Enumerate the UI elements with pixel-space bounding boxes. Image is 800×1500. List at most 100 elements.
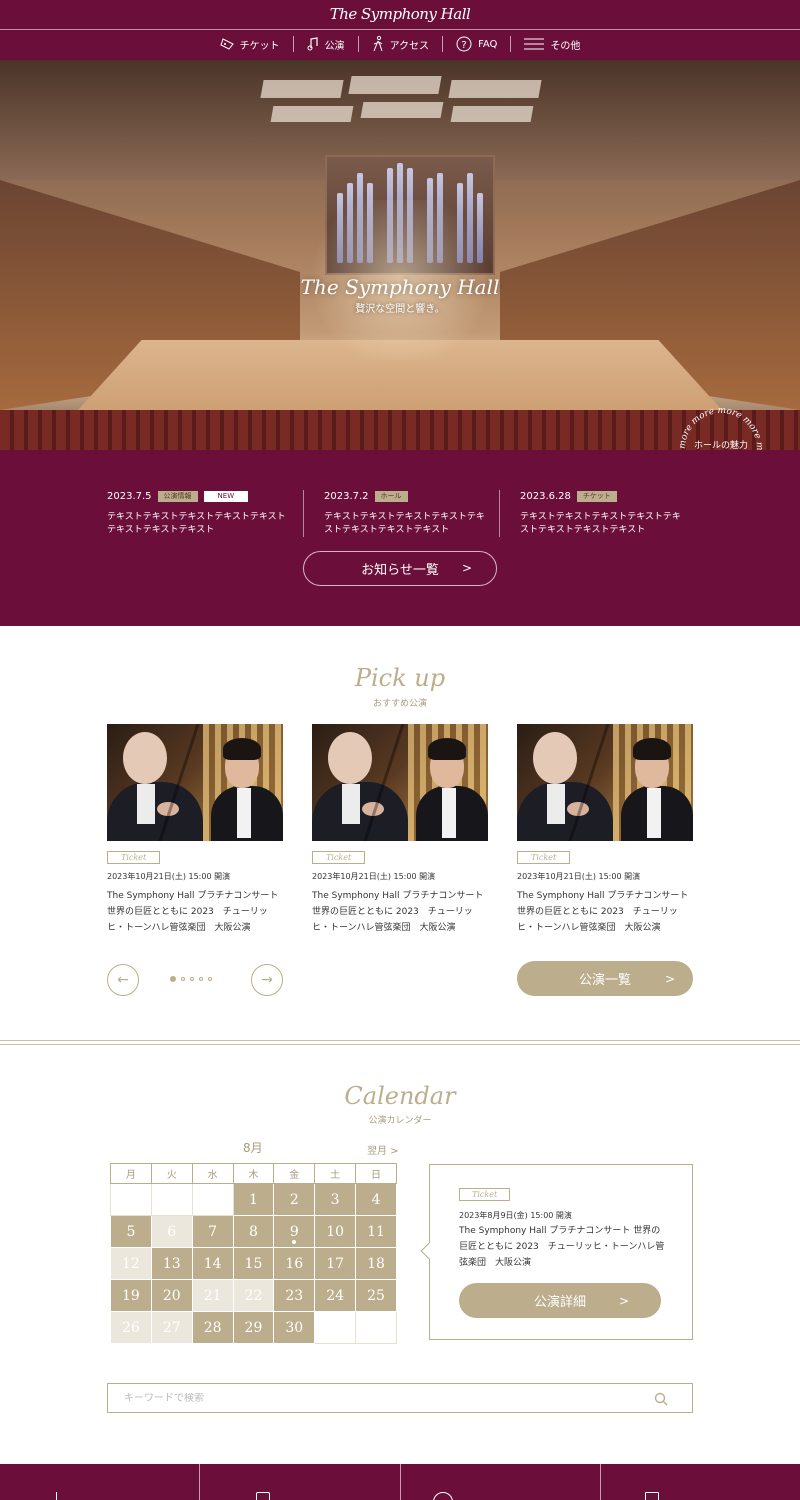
news-meta: 2023.7.2 ホール	[324, 490, 487, 503]
nav-access[interactable]: アクセス	[359, 35, 443, 53]
news-date: 2023.7.5	[107, 491, 152, 502]
nav-faq-label: FAQ	[478, 38, 498, 50]
calendar-subtitle: 公演カレンダー	[368, 1116, 432, 1126]
calendar-day[interactable]: 19	[110, 1279, 152, 1312]
news-list: 2023.7.5 公演情報 NEW テキストテキストテキストテキストテキストテキ…	[107, 490, 697, 537]
conductor-figure	[312, 782, 408, 841]
carousel-dot[interactable]	[190, 977, 194, 981]
conductor-head	[533, 732, 577, 784]
calendar-empty-cell	[355, 1311, 397, 1344]
concert-photo	[312, 724, 488, 841]
weekday-label: 月	[110, 1163, 152, 1184]
event-detail-button[interactable]: 公演詳細 >	[459, 1283, 661, 1318]
calendar-day[interactable]: 14	[191, 1247, 234, 1280]
search-icon[interactable]	[654, 1391, 668, 1410]
calendar-title: Calendar	[344, 1082, 456, 1110]
soloist-shirt	[237, 788, 251, 838]
calendar-day[interactable]: 2	[273, 1183, 316, 1216]
footer-nav-item[interactable]	[200, 1464, 401, 1500]
calendar-day[interactable]: 16	[273, 1247, 316, 1280]
news-category-tag: 公演情報	[157, 491, 198, 502]
carousel-prev-button[interactable]: ←	[107, 964, 139, 996]
soloist-shirt	[647, 788, 661, 838]
carousel-dots	[170, 976, 212, 982]
news-date: 2023.7.2	[324, 491, 369, 502]
calendar-day[interactable]: 8	[232, 1215, 275, 1248]
calendar-day[interactable]: 5	[110, 1215, 152, 1248]
weekday-label: 火	[150, 1163, 193, 1184]
nav-ticket[interactable]: チケット	[207, 35, 293, 53]
footer-nav-item[interactable]	[401, 1464, 601, 1500]
calendar-day[interactable]: 10	[314, 1215, 357, 1248]
site-logo[interactable]: The Symphony Hall	[0, 5, 800, 23]
concert-list-button[interactable]: 公演一覧 >	[517, 961, 693, 996]
soloist-hair	[428, 738, 466, 760]
news-list-button[interactable]: お知らせ一覧 >	[303, 551, 497, 586]
weekday-label: 土	[314, 1163, 357, 1184]
new-badge: NEW	[203, 491, 249, 502]
calendar-day: 6	[150, 1215, 193, 1248]
next-month-link[interactable]: 翌月 >	[367, 1142, 399, 1157]
calendar-week: 19 20 21 22 23 24 25	[110, 1279, 397, 1312]
calendar-week: 1234	[110, 1183, 397, 1216]
calendar-day[interactable]: 28	[191, 1311, 234, 1344]
acoustic-panel	[450, 106, 534, 122]
calendar-day[interactable]: 18	[355, 1247, 397, 1280]
calendar-day[interactable]: 30	[273, 1311, 316, 1344]
news-item[interactable]: 2023.7.5 公演情報 NEW テキストテキストテキストテキストテキストテキ…	[107, 490, 303, 537]
concert-card[interactable]: Ticket 2023年10月21日(土) 15:00 開演 The Symph…	[312, 724, 488, 936]
carousel-dot[interactable]	[199, 977, 203, 981]
calendar-day[interactable]: 3	[314, 1183, 357, 1216]
calendar-day[interactable]: 29	[232, 1311, 275, 1344]
music-note-icon	[307, 37, 319, 51]
calendar-day[interactable]: 4	[355, 1183, 397, 1216]
calendar-empty-cell	[314, 1311, 357, 1344]
concert-card[interactable]: Ticket 2023年10月21日(土) 15:00 開演 The Symph…	[107, 724, 283, 936]
search-input[interactable]	[124, 1392, 624, 1404]
concert-photo	[517, 724, 693, 841]
concert-date: 2023年10月21日(土) 15:00 開演	[312, 872, 436, 881]
concert-card[interactable]: Ticket 2023年10月21日(土) 15:00 開演 The Symph…	[517, 724, 693, 936]
news-item[interactable]: 2023.6.28 チケット テキストテキストテキストテキストテキストテキストテ…	[499, 490, 695, 537]
calendar-day[interactable]: 24	[314, 1279, 357, 1312]
footer-nav-item[interactable]	[601, 1464, 800, 1500]
calendar-day[interactable]: 13	[150, 1247, 193, 1280]
carousel-dot[interactable]	[208, 977, 212, 981]
weekday-label: 水	[191, 1163, 234, 1184]
nav-concerts[interactable]: 公演	[294, 35, 358, 53]
calendar-day[interactable]: 15	[232, 1247, 275, 1280]
carousel-next-button[interactable]: →	[251, 964, 283, 996]
footer-nav-item[interactable]	[0, 1464, 201, 1500]
calendar-day[interactable]: 20	[150, 1279, 193, 1312]
phone-icon	[256, 1492, 271, 1500]
calendar-day: 27	[150, 1311, 193, 1344]
chevron-right-icon: >	[618, 1293, 629, 1308]
hero-logo: The Symphony Hall	[300, 275, 500, 299]
weekday-label: 木	[232, 1163, 275, 1184]
news-item[interactable]: 2023.7.2 ホール テキストテキストテキストテキストテキストテキストテキス…	[303, 490, 499, 537]
calendar-body: 1 2 3 4 5 6 7 8 9 10 11 12 13 14 15 16 17 18 19 20 21 22 23 24 2…	[110, 1183, 397, 1344]
chevron-right-icon: >	[664, 971, 675, 986]
site-header: The Symphony Hall チケット 公演 アクセス ? FAQ その他	[0, 0, 800, 60]
weekday-label: 金	[273, 1163, 316, 1184]
calendar-day[interactable]: 1	[232, 1183, 275, 1216]
section-divider	[0, 1040, 800, 1041]
conductor-figure	[517, 782, 613, 841]
carousel-dot[interactable]	[170, 976, 176, 982]
nav-other[interactable]: その他	[511, 35, 593, 53]
news-meta: 2023.7.5 公演情報 NEW	[107, 490, 291, 503]
nav-ticket-label: チケット	[239, 40, 280, 52]
clock-icon	[432, 1492, 453, 1500]
calendar-day[interactable]: 25	[355, 1279, 397, 1312]
carousel-dot[interactable]	[181, 977, 185, 981]
concert-date: 2023年10月21日(土) 15:00 開演	[517, 872, 641, 881]
nav-faq[interactable]: ? FAQ	[443, 35, 510, 53]
event-detail-button-label: 公演詳細	[533, 1295, 586, 1310]
calendar-day[interactable]: 17	[314, 1247, 357, 1280]
calendar-day[interactable]: 11	[355, 1215, 397, 1248]
hall-appeal-link[interactable]: more more more more more more ホールの魅力 >	[676, 404, 766, 450]
calendar-day[interactable]: 23	[273, 1279, 316, 1312]
calendar-day[interactable]: 9	[273, 1215, 316, 1248]
calendar-day[interactable]: 7	[191, 1215, 234, 1248]
concert-title: The Symphony Hall プラチナコンサート 世界の巨匠とともに 20…	[517, 891, 689, 933]
